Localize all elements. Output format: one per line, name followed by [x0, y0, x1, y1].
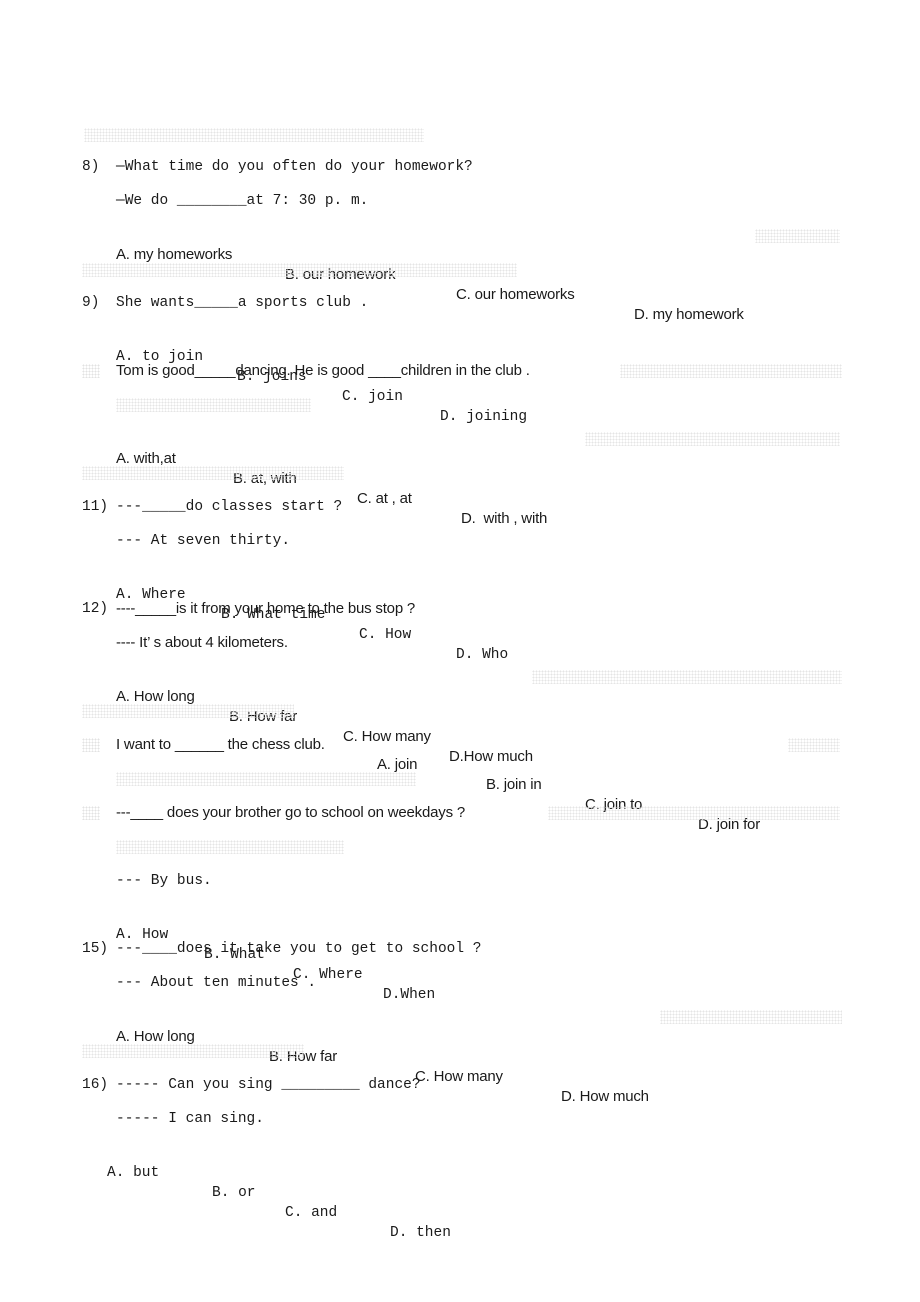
- options-row: A. but B. or C. and D. then: [107, 1143, 527, 1263]
- question-text: ----_____is it from your home to the bus…: [116, 600, 416, 617]
- question-number: 8): [82, 159, 100, 175]
- question-number: 15): [82, 941, 109, 957]
- option-d[interactable]: D. Who: [456, 645, 508, 665]
- option-d[interactable]: D. How much: [561, 1087, 649, 1107]
- answer-text: ---- It’ s about 4 kilometers.: [116, 634, 288, 651]
- question-text: ---____ does your brother go to school o…: [116, 804, 465, 821]
- option-c[interactable]: C. join: [342, 387, 403, 407]
- watermark-text: [82, 466, 344, 480]
- option-c[interactable]: C. our homeworks: [456, 285, 575, 305]
- watermark-text: [116, 772, 416, 786]
- question-text: ---_____do classes start ?: [116, 499, 343, 515]
- answer-text: --- About ten minutes .: [116, 975, 317, 991]
- question-text: She wants_____a sports club .: [116, 295, 369, 311]
- question-text: —What time do you often do your homework…: [116, 159, 473, 175]
- option-a[interactable]: A. but: [107, 1163, 159, 1183]
- question-text: Tom is good_____dancing. He is good ____…: [116, 362, 530, 379]
- option-c[interactable]: C. How many: [415, 1067, 503, 1087]
- question-number-faint: [82, 364, 100, 378]
- option-b[interactable]: B. or: [212, 1183, 256, 1203]
- option-d[interactable]: D. then: [390, 1223, 451, 1243]
- option-b[interactable]: B. join in: [486, 775, 542, 795]
- option-d[interactable]: D. my homework: [634, 305, 744, 325]
- watermark-text: [532, 670, 842, 684]
- question-text: I want to ______ the chess club.: [116, 736, 325, 753]
- question-text: ----- Can you sing _________ dance?: [116, 1077, 421, 1093]
- watermark-text: [755, 229, 840, 243]
- question-number: 11): [82, 499, 109, 515]
- watermark-text: [116, 398, 311, 412]
- watermark-text: [548, 806, 840, 820]
- option-c[interactable]: C. and: [285, 1203, 337, 1223]
- answer-text: --- At seven thirty.: [116, 533, 291, 549]
- watermark-text: [82, 704, 294, 718]
- watermark-text: [82, 1044, 304, 1058]
- watermark-text: [585, 432, 840, 446]
- watermark-text: [620, 364, 842, 378]
- question-number-faint: [82, 738, 100, 752]
- answer-text: --- By bus.: [116, 873, 212, 889]
- option-d[interactable]: D. joining: [440, 407, 527, 427]
- option-d[interactable]: D.When: [383, 985, 435, 1005]
- option-c[interactable]: C. How: [359, 625, 411, 645]
- question-text: ---____does it take you to get to school…: [116, 941, 482, 957]
- question-number: 12): [82, 601, 109, 617]
- answer-text: —We do ________at 7: 30 p. m.: [116, 193, 369, 209]
- option-c[interactable]: C. at , at: [357, 489, 412, 509]
- answer-text: ----- I can sing.: [116, 1111, 264, 1127]
- option-d[interactable]: D. with , with: [461, 509, 547, 529]
- question-number: 9): [82, 295, 100, 311]
- option-a[interactable]: A. my homeworks: [116, 245, 232, 265]
- question-number: 16): [82, 1077, 109, 1093]
- watermark-text: [788, 738, 840, 752]
- watermark-text: [116, 840, 344, 854]
- watermark-text: [660, 1010, 842, 1024]
- question-number-faint: [82, 806, 100, 820]
- options-row: A. join B. join in C. join to D. join fo…: [377, 735, 797, 855]
- watermark-text: [84, 128, 424, 142]
- watermark-text: [82, 263, 517, 277]
